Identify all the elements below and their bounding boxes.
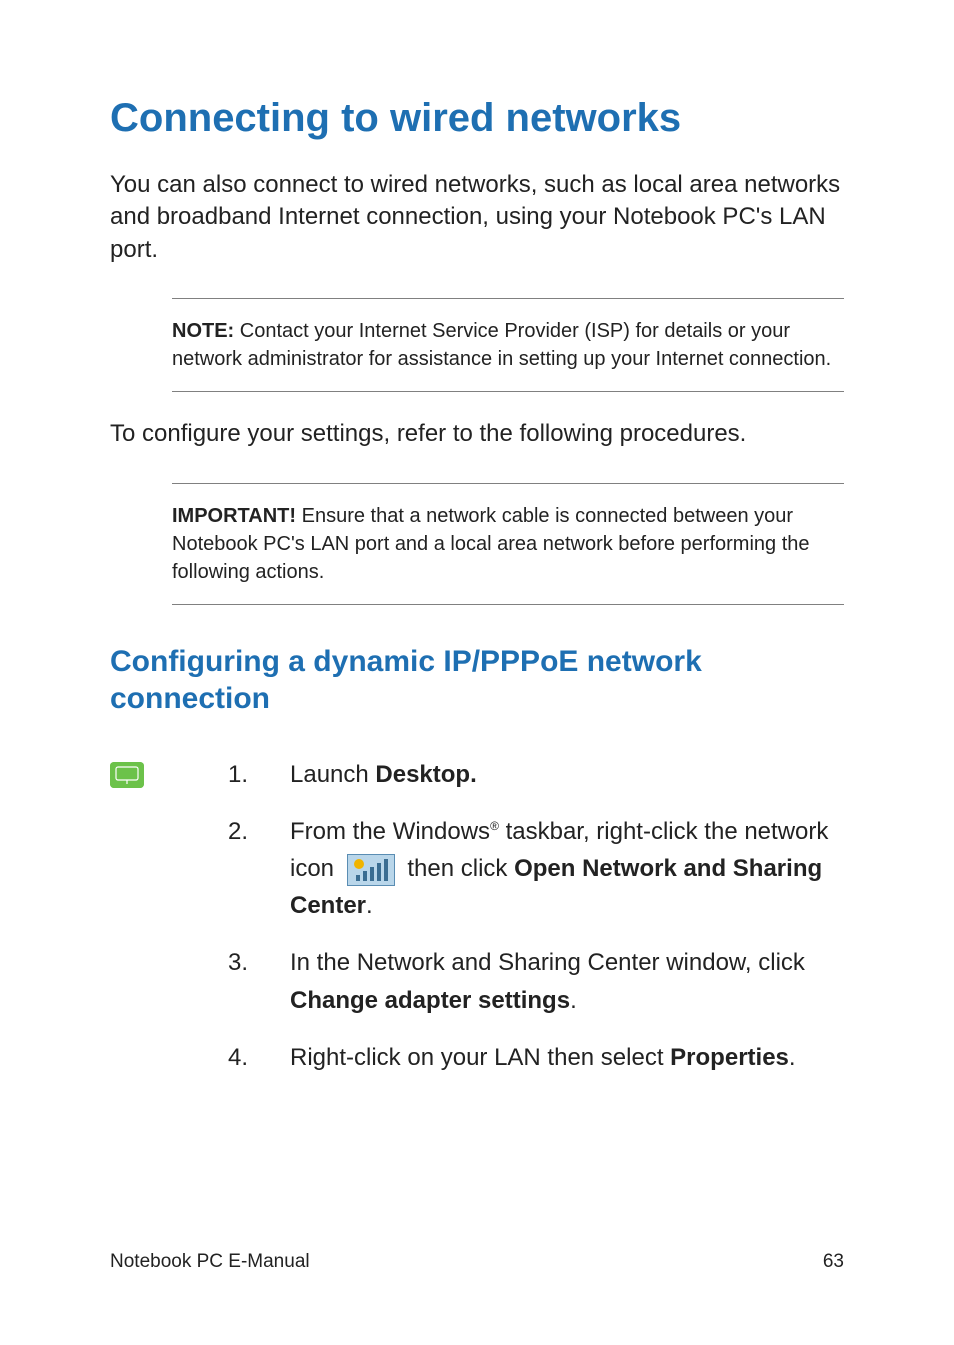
step-3: 3. In the Network and Sharing Center win… xyxy=(228,944,844,1018)
text: . xyxy=(789,1044,796,1071)
page-title: Connecting to wired networks xyxy=(110,95,844,141)
text: Launch xyxy=(290,761,375,788)
bold-text: Properties xyxy=(670,1044,789,1071)
text: Right-click on your LAN then select xyxy=(290,1044,670,1071)
step-4: 4. Right-click on your LAN then select P… xyxy=(228,1039,844,1076)
step-body: In the Network and Sharing Center window… xyxy=(290,944,844,1018)
note-block: NOTE: Contact your Internet Service Prov… xyxy=(172,298,844,392)
page-footer: Notebook PC E-Manual 63 xyxy=(110,1251,844,1273)
bold-text: Change adapter settings xyxy=(290,987,570,1014)
text: From the Windows xyxy=(290,818,490,845)
bold-text: Desktop. xyxy=(375,761,476,788)
note-body: Contact your Internet Service Provider (… xyxy=(172,320,831,370)
registered-mark: ® xyxy=(490,819,499,833)
step-number: 2. xyxy=(228,813,290,925)
important-text: IMPORTANT! Ensure that a network cable i… xyxy=(172,502,844,586)
text: . xyxy=(366,892,373,919)
step-body: Right-click on your LAN then select Prop… xyxy=(290,1039,844,1076)
step-number: 4. xyxy=(228,1039,290,1076)
text: . xyxy=(570,987,577,1014)
step-number: 3. xyxy=(228,944,290,1018)
note-label: NOTE: xyxy=(172,320,234,342)
section-subtitle: Configuring a dynamic IP/PPPoE network c… xyxy=(110,643,844,718)
text: then click xyxy=(401,855,514,882)
text: In the Network and Sharing Center window… xyxy=(290,949,805,976)
page-number: 63 xyxy=(823,1251,844,1273)
doc-title: Notebook PC E-Manual xyxy=(110,1251,310,1273)
configure-paragraph: To configure your settings, refer to the… xyxy=(110,418,844,450)
network-icon xyxy=(347,854,395,886)
manual-page: Connecting to wired networks You can als… xyxy=(0,0,954,1345)
step-2: 2. From the Windows® taskbar, right-clic… xyxy=(228,813,844,925)
intro-paragraph: You can also connect to wired networks, … xyxy=(110,169,844,266)
important-block: IMPORTANT! Ensure that a network cable i… xyxy=(172,483,844,605)
important-label: IMPORTANT! xyxy=(172,505,296,527)
steps-list: 1. Launch Desktop. 2. From the Windows® … xyxy=(110,756,844,1076)
step-1: 1. Launch Desktop. xyxy=(228,756,844,793)
note-text: NOTE: Contact your Internet Service Prov… xyxy=(172,317,844,373)
step-body: Launch Desktop. xyxy=(290,756,844,793)
step-body: From the Windows® taskbar, right-click t… xyxy=(290,813,844,925)
step-number: 1. xyxy=(228,756,290,793)
touchpad-icon xyxy=(110,762,144,788)
